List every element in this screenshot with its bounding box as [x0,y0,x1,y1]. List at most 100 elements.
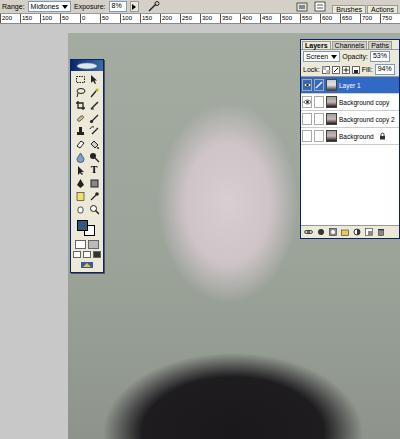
heal-icon [75,113,86,124]
mask-icon[interactable] [329,228,337,236]
foreground-color-swatch[interactable] [77,220,88,231]
eyedropper-tool[interactable] [88,190,101,202]
notes-tool[interactable] [74,190,87,202]
full-screen-menu-button[interactable] [83,251,91,258]
airbrush-icon[interactable] [148,1,160,12]
palette-tab[interactable]: Channels [332,41,368,49]
feather-logo-icon[interactable] [75,62,99,70]
type-tool[interactable]: T [88,164,101,176]
ruler-tick: 200 [0,14,20,23]
layer-row[interactable]: Layer 1 [301,77,399,94]
imageready-button[interactable] [80,261,94,270]
ruler-tick: 50 [60,14,80,23]
fill-field[interactable]: 94% [375,64,395,75]
link-toggle[interactable] [314,79,324,91]
set-icon[interactable] [341,228,349,236]
full-screen-button[interactable] [93,251,101,258]
ruler-tick: 750 [380,14,400,23]
blend-mode-dropdown[interactable]: Screen [303,51,340,62]
standard-screen-button[interactable] [73,251,81,258]
standard-mode-button[interactable] [75,240,86,249]
heal-tool[interactable] [74,112,87,124]
eyedropper-icon [89,191,100,202]
pathsel-tool[interactable] [74,164,87,176]
fill-label: Fill: [362,66,373,73]
crop-tool[interactable] [74,99,87,111]
palette-tab[interactable]: Layers [302,41,331,49]
link-toggle[interactable] [314,96,324,108]
ruler-tick: 700 [360,14,380,23]
layer-thumbnail [326,113,337,125]
layer-name: Background copy 2 [339,116,395,123]
brush-tool[interactable] [88,112,101,124]
quick-mask-button[interactable] [88,240,99,249]
link-toggle[interactable] [314,130,324,142]
blur-icon [75,152,86,163]
toolbox-title-bar[interactable] [71,60,103,71]
zoom-tool[interactable] [88,203,101,215]
ruler-tick: 600 [320,14,340,23]
layer-row[interactable]: Background copy [301,94,399,111]
bucket-icon [89,139,100,150]
stamp-tool[interactable] [74,125,87,137]
options-bar: Range: Midtones Exposure: 8% BrushesActi… [0,0,400,14]
ruler-tick: 100 [120,14,140,23]
workspace: T LayersChannelsPaths Screen Opacity: 53… [0,24,400,439]
trash-icon[interactable] [377,228,385,236]
ruler-tick: 250 [180,14,200,23]
wand-tool[interactable] [88,86,101,98]
layer-row[interactable]: Background copy 2 [301,111,399,128]
exposure-slider-button[interactable] [130,1,139,12]
exposure-label: Exposure: [74,3,106,10]
visibility-toggle[interactable] [302,96,312,108]
ruler-tick: 650 [340,14,360,23]
history-icon [89,126,100,137]
layers-palette: LayersChannelsPaths Screen Opacity: 53% … [300,39,400,239]
lock-move-icon[interactable] [342,66,350,74]
move-icon [89,74,100,85]
layer-thumbnail [326,79,337,91]
dodge-icon [89,152,100,163]
file-browser-icon[interactable] [296,1,308,12]
layer-row[interactable]: Background [301,128,399,145]
link-toggle[interactable] [314,113,324,125]
marquee-tool[interactable] [74,73,87,85]
palette-icon[interactable] [314,1,326,12]
slice-tool[interactable] [88,99,101,111]
range-dropdown[interactable]: Midtones [28,1,71,12]
visibility-toggle[interactable] [302,130,312,142]
pen-tool[interactable] [74,177,87,189]
bucket-tool[interactable] [88,138,101,150]
palette-well-tab[interactable]: Brushes [332,5,366,13]
exposure-field[interactable]: 8% [109,1,127,12]
blur-tool[interactable] [74,151,87,163]
style-icon[interactable] [317,228,325,236]
opacity-field[interactable]: 53% [370,51,390,62]
palette-well-tab[interactable]: Actions [367,5,398,13]
eraser-tool[interactable] [74,138,87,150]
pen-icon [75,178,86,189]
lock-all-icon[interactable] [352,66,360,74]
shape-tool[interactable] [88,177,101,189]
visibility-toggle[interactable] [302,79,312,91]
visibility-toggle[interactable] [302,113,312,125]
right-arrow-icon [132,4,136,10]
shape-icon [89,178,100,189]
zoom-icon [89,204,100,215]
palette-well: BrushesActions [332,0,398,13]
history-tool[interactable] [88,125,101,137]
move-tool[interactable] [88,73,101,85]
new-icon[interactable] [365,228,373,236]
link-icon[interactable] [304,228,313,236]
lasso-tool[interactable] [74,86,87,98]
dodge-tool[interactable] [88,151,101,163]
lock-icon [379,132,386,140]
layer-list: Layer 1 Background copy Background copy … [301,76,399,226]
lock-transparency-icon[interactable] [322,66,330,74]
hand-tool[interactable] [74,203,87,215]
eye-icon [303,82,311,88]
ruler-tick: 300 [200,14,220,23]
lock-brush-icon[interactable] [332,66,340,74]
palette-tab[interactable]: Paths [368,41,392,49]
adjust-icon[interactable] [353,228,361,236]
